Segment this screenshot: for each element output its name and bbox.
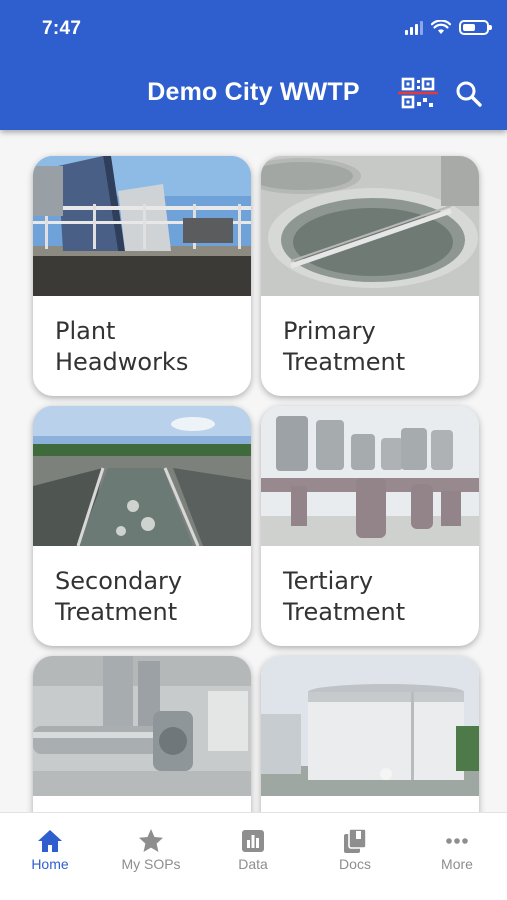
pipes-image: [33, 656, 251, 796]
more-icon: [446, 838, 468, 844]
tab-label: My SOPs: [121, 856, 181, 872]
headworks-image: [33, 156, 251, 296]
bar-chart-icon: [242, 830, 264, 852]
tab-my-sops[interactable]: My SOPs: [101, 813, 201, 893]
bottom-tab-bar: Home My SOPs Data Docs More: [0, 812, 507, 900]
card-label: Primary Treatment: [283, 317, 406, 376]
storage-tank-image: [261, 656, 479, 796]
tab-docs[interactable]: Docs: [305, 813, 405, 893]
card-tertiary-treatment[interactable]: Tertiary Treatment: [261, 406, 479, 646]
secondary-treatment-image: [33, 406, 251, 546]
signal-icon: [405, 20, 423, 35]
docs-icon: [344, 828, 367, 853]
status-icons: [405, 20, 492, 35]
card-primary-treatment[interactable]: Primary Treatment: [261, 156, 479, 396]
search-icon[interactable]: [455, 80, 483, 108]
card-secondary-treatment[interactable]: Secondary Treatment: [33, 406, 251, 646]
tab-data[interactable]: Data: [203, 813, 303, 893]
app-header: 7:47 Demo City WWTP: [0, 0, 507, 130]
card-label: Tertiary Treatment: [283, 567, 406, 626]
battery-icon: [459, 20, 492, 35]
star-icon: [139, 829, 163, 852]
wifi-icon: [431, 20, 451, 34]
primary-treatment-image: [261, 156, 479, 296]
card-label: Plant Headworks: [55, 317, 189, 376]
qr-scan-icon[interactable]: [398, 76, 438, 110]
card-label: Secondary Treatment: [55, 567, 183, 626]
tab-label: Data: [238, 856, 268, 872]
status-time: 7:47: [42, 18, 82, 39]
tab-more[interactable]: More: [407, 813, 507, 893]
tab-home[interactable]: Home: [0, 813, 100, 893]
tab-label: Home: [31, 856, 69, 872]
tab-label: Docs: [339, 856, 371, 872]
card-plant-headworks[interactable]: Plant Headworks: [33, 156, 251, 396]
tertiary-treatment-image: [261, 406, 479, 546]
home-icon: [38, 830, 62, 852]
tab-label: More: [441, 856, 473, 872]
